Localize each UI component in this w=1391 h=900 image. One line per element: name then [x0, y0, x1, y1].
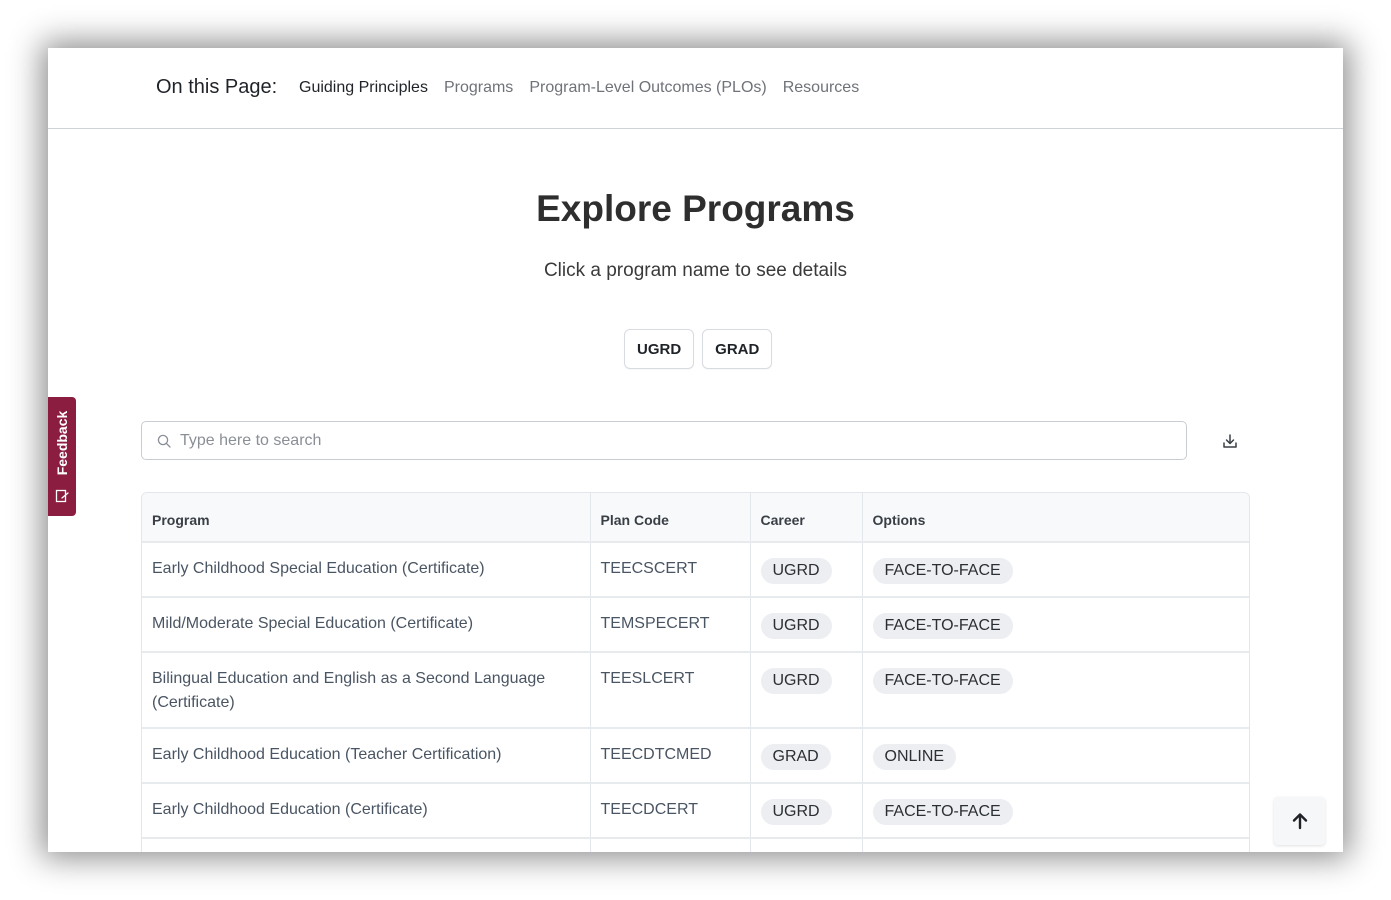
career-badge: UGRD: [760, 613, 832, 639]
program-link[interactable]: Bilingual Education and English as a Sec…: [152, 670, 545, 711]
career-badge: UGRD: [760, 558, 832, 584]
program-link[interactable]: Mild/Moderate Special Education (Certifi…: [152, 615, 473, 632]
career-filter-group: UGRD GRAD: [624, 329, 773, 369]
search-input[interactable]: [180, 431, 1186, 450]
edit-icon: [55, 489, 69, 503]
page-subtitle: Click a program name to see details: [543, 260, 848, 281]
option-badge: FACE-TO-FACE: [872, 558, 1013, 584]
plan-code: TEECDTCMED: [590, 727, 751, 783]
table-row: Bilingual Education and English as a Sec…: [142, 651, 1249, 728]
feedback-label: Feedback: [54, 410, 70, 476]
back-to-top-button[interactable]: [1274, 797, 1325, 845]
table-row: Early Childhood Special Education (Certi…: [142, 541, 1249, 597]
search-box[interactable]: [141, 421, 1187, 460]
column-header-program[interactable]: Program: [142, 493, 591, 542]
option-badge: ONLINE: [872, 744, 957, 770]
arrow-up-icon: [1292, 813, 1307, 830]
column-header-options[interactable]: Options: [862, 493, 1249, 542]
program-link[interactable]: Early Childhood Education (Certificate): [152, 801, 428, 818]
column-header-career[interactable]: Career: [750, 493, 863, 542]
search-icon: [157, 434, 171, 448]
table-row: Early Childhood Education (Certificate) …: [142, 782, 1249, 838]
on-this-page-nav: Guiding Principles Programs Program-Leve…: [299, 79, 859, 97]
feedback-tab[interactable]: Feedback: [48, 397, 76, 516]
program-link[interactable]: Early Childhood Special Education (Certi…: [152, 560, 485, 577]
nav-link-resources[interactable]: Resources: [783, 79, 859, 97]
download-icon[interactable]: [1221, 432, 1239, 450]
column-header-plan-code[interactable]: Plan Code: [590, 493, 751, 542]
option-badge: FACE-TO-FACE: [872, 799, 1013, 825]
career-badge: UGRD: [760, 668, 832, 694]
page-title: Explore Programs: [536, 188, 855, 229]
nav-link-plos[interactable]: Program-Level Outcomes (PLOs): [529, 79, 766, 97]
table-row: Early Childhood Education (Teacher Certi…: [142, 727, 1249, 783]
option-badge: FACE-TO-FACE: [872, 613, 1013, 639]
filter-grad-button[interactable]: GRAD: [702, 329, 773, 369]
option-badge: FACE-TO-FACE: [872, 668, 1013, 694]
on-this-page-bar: On this Page: Guiding Principles Program…: [48, 48, 1343, 129]
plan-code: TEECDCERT: [590, 782, 751, 838]
table-header-row: Program Plan Code Career Options: [142, 493, 1249, 542]
filter-ugrd-button[interactable]: UGRD: [624, 329, 695, 369]
programs-table: Program Plan Code Career Options Early C…: [141, 492, 1250, 852]
plan-code: TEECSCERT: [590, 541, 751, 597]
program-link[interactable]: Early Childhood Education (Teacher Certi…: [152, 746, 502, 763]
plan-code: TEESLCERT: [590, 651, 751, 728]
on-this-page-label: On this Page:: [156, 76, 278, 98]
table-row-partial: [142, 837, 1249, 852]
career-badge: GRAD: [760, 744, 831, 770]
page-window: On this Page: Guiding Principles Program…: [48, 48, 1343, 852]
plan-code: TEMSPECERT: [590, 596, 751, 652]
career-badge: UGRD: [760, 799, 832, 825]
table-row: Mild/Moderate Special Education (Certifi…: [142, 596, 1249, 652]
nav-link-guiding-principles[interactable]: Guiding Principles: [299, 79, 428, 97]
nav-link-programs[interactable]: Programs: [444, 79, 513, 97]
